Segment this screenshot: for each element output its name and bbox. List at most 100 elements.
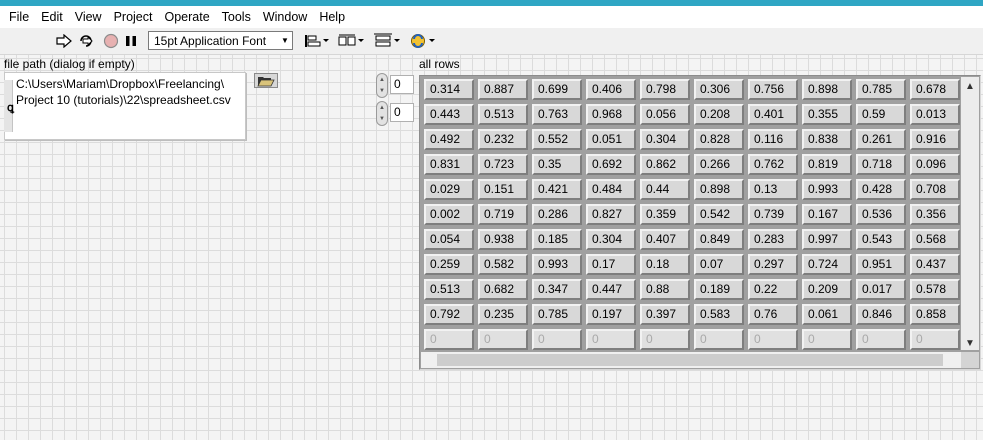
array-vertical-scrollbar[interactable]: ▲ ▼: [961, 77, 979, 350]
array-cell[interactable]: 0.096: [910, 154, 960, 175]
align-objects-button[interactable]: [302, 31, 330, 51]
array-cell[interactable]: 0.44: [640, 179, 690, 200]
array-cell[interactable]: 0.283: [748, 229, 798, 250]
array-cell[interactable]: 0.261: [856, 129, 906, 150]
array-column-index[interactable]: ▲ ▼ 0: [376, 101, 416, 126]
scroll-up-icon[interactable]: ▲: [961, 79, 979, 93]
array-cell[interactable]: 0.306: [694, 79, 744, 100]
array-cell[interactable]: 0.88: [640, 279, 690, 300]
array-empty-cell[interactable]: 0: [532, 329, 582, 350]
array-cell[interactable]: 0.951: [856, 254, 906, 275]
array-cell[interactable]: 0.898: [694, 179, 744, 200]
array-cell[interactable]: 0.259: [424, 254, 474, 275]
array-cell[interactable]: 0.492: [424, 129, 474, 150]
array-cell[interactable]: 0.209: [802, 279, 852, 300]
array-cell[interactable]: 0.356: [910, 204, 960, 225]
array-cell[interactable]: 0.286: [532, 204, 582, 225]
array-cell[interactable]: 0.116: [748, 129, 798, 150]
array-cell[interactable]: 0.898: [802, 79, 852, 100]
array-cell[interactable]: 0.314: [424, 79, 474, 100]
menu-operate[interactable]: Operate: [158, 6, 215, 28]
array-cell[interactable]: 0.582: [478, 254, 528, 275]
array-cell[interactable]: 0.13: [748, 179, 798, 200]
scroll-down-icon[interactable]: ▼: [961, 336, 979, 350]
array-cell[interactable]: 0.59: [856, 104, 906, 125]
array-cell[interactable]: 0.678: [910, 79, 960, 100]
column-index-value[interactable]: 0: [390, 103, 414, 122]
array-cell[interactable]: 0.22: [748, 279, 798, 300]
array-cell[interactable]: 0.968: [586, 104, 636, 125]
run-continuously-button[interactable]: [76, 31, 96, 51]
array-cell[interactable]: 0.029: [424, 179, 474, 200]
array-cell[interactable]: 0.849: [694, 229, 744, 250]
array-cell[interactable]: 0.831: [424, 154, 474, 175]
menu-tools[interactable]: Tools: [216, 6, 257, 28]
array-cell[interactable]: 0.35: [532, 154, 582, 175]
array-cell[interactable]: 0.838: [802, 129, 852, 150]
array-cell[interactable]: 0.484: [586, 179, 636, 200]
array-empty-cell[interactable]: 0: [586, 329, 636, 350]
reorder-button[interactable]: [408, 31, 436, 51]
menu-edit[interactable]: Edit: [35, 6, 69, 28]
array-cell[interactable]: 0.18: [640, 254, 690, 275]
array-cell[interactable]: 0.739: [748, 204, 798, 225]
array-cell[interactable]: 0.304: [586, 229, 636, 250]
array-cell[interactable]: 0.17: [586, 254, 636, 275]
array-cell[interactable]: 0.827: [586, 204, 636, 225]
run-button[interactable]: [54, 31, 74, 51]
array-cell[interactable]: 0.862: [640, 154, 690, 175]
array-cell[interactable]: 0.699: [532, 79, 582, 100]
array-cell[interactable]: 0.297: [748, 254, 798, 275]
menu-help[interactable]: Help: [313, 6, 351, 28]
array-cell[interactable]: 0.054: [424, 229, 474, 250]
array-cell[interactable]: 0.724: [802, 254, 852, 275]
font-selector[interactable]: 15pt Application Font ▼: [148, 31, 293, 50]
resize-objects-button[interactable]: [373, 31, 401, 51]
array-cell[interactable]: 0.858: [910, 304, 960, 325]
array-cell[interactable]: 0.887: [478, 79, 528, 100]
array-cell[interactable]: 0.002: [424, 204, 474, 225]
array-cell[interactable]: 0.406: [586, 79, 636, 100]
array-cell[interactable]: 0.447: [586, 279, 636, 300]
array-cell[interactable]: 0.401: [748, 104, 798, 125]
array-cell[interactable]: 0.017: [856, 279, 906, 300]
array-cell[interactable]: 0.993: [532, 254, 582, 275]
array-cell[interactable]: 0.543: [856, 229, 906, 250]
array-cell[interactable]: 0.76: [748, 304, 798, 325]
array-cell[interactable]: 0.407: [640, 229, 690, 250]
array-cell[interactable]: 0.421: [532, 179, 582, 200]
abort-button[interactable]: [101, 31, 121, 51]
array-cell[interactable]: 0.397: [640, 304, 690, 325]
array-cell[interactable]: 0.846: [856, 304, 906, 325]
array-cell[interactable]: 0.513: [478, 104, 528, 125]
array-cell[interactable]: 0.347: [532, 279, 582, 300]
pause-button[interactable]: [121, 31, 141, 51]
array-horizontal-scrollbar[interactable]: [421, 352, 961, 368]
array-empty-cell[interactable]: 0: [802, 329, 852, 350]
array-cell[interactable]: 0.07: [694, 254, 744, 275]
array-cell[interactable]: 0.993: [802, 179, 852, 200]
array-cell[interactable]: 0.997: [802, 229, 852, 250]
menu-view[interactable]: View: [69, 6, 108, 28]
array-empty-cell[interactable]: 0: [694, 329, 744, 350]
array-cell[interactable]: 0.232: [478, 129, 528, 150]
array-cell[interactable]: 0.792: [424, 304, 474, 325]
distribute-objects-button[interactable]: [337, 31, 365, 51]
menu-window[interactable]: Window: [257, 6, 313, 28]
file-path-control[interactable]: C:\Users\Mariam\Dropbox\Freelancing\ Pro…: [4, 72, 246, 140]
array-cell[interactable]: 0.798: [640, 79, 690, 100]
array-empty-cell[interactable]: 0: [640, 329, 690, 350]
column-index-spinner[interactable]: ▲ ▼: [376, 101, 388, 126]
array-cell[interactable]: 0.189: [694, 279, 744, 300]
array-cell[interactable]: 0.552: [532, 129, 582, 150]
array-cell[interactable]: 0.542: [694, 204, 744, 225]
array-cell[interactable]: 0.785: [856, 79, 906, 100]
menu-file[interactable]: File: [0, 6, 35, 28]
array-cell[interactable]: 0.819: [802, 154, 852, 175]
array-empty-cell[interactable]: 0: [910, 329, 960, 350]
file-path-value[interactable]: C:\Users\Mariam\Dropbox\Freelancing\ Pro…: [16, 76, 241, 108]
array-cell[interactable]: 0.437: [910, 254, 960, 275]
array-cell[interactable]: 0.756: [748, 79, 798, 100]
array-cell[interactable]: 0.359: [640, 204, 690, 225]
array-cell[interactable]: 0.763: [532, 104, 582, 125]
